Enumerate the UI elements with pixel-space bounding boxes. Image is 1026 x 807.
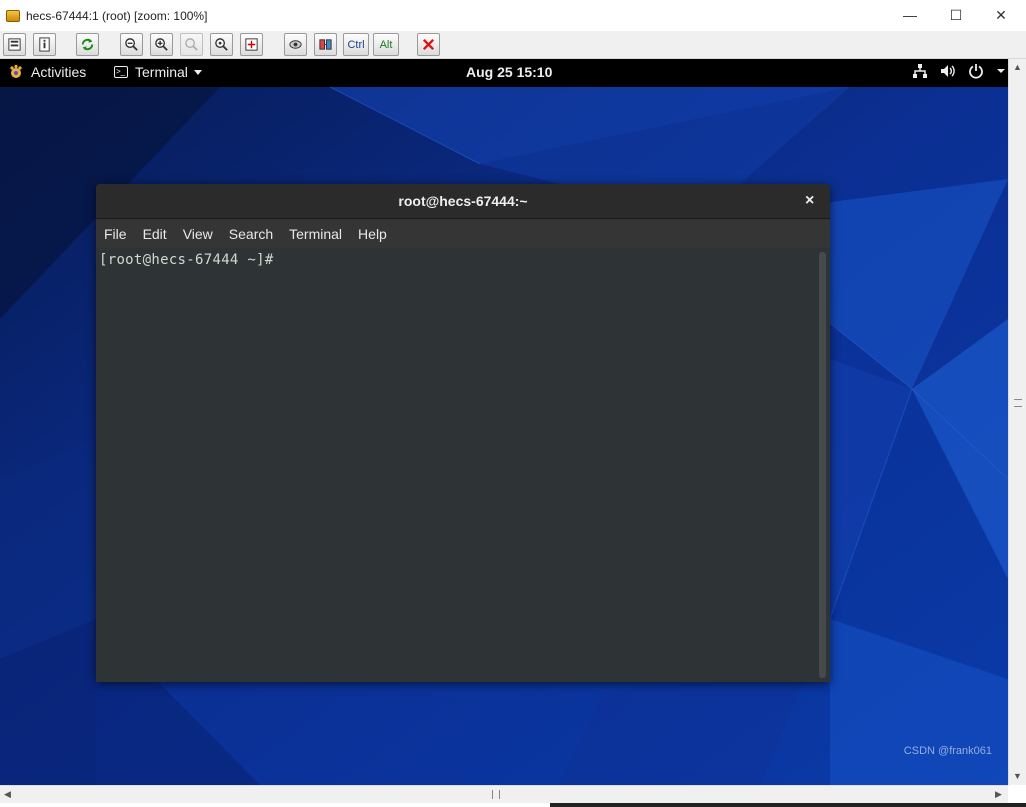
info-icon	[39, 37, 50, 52]
connection-info-button[interactable]	[33, 33, 56, 56]
zoom-in-icon	[155, 38, 168, 51]
network-icon	[912, 63, 928, 79]
clock[interactable]: Aug 25 15:10	[466, 64, 552, 80]
scroll-right-icon[interactable]: ▶	[995, 789, 1002, 800]
terminal-window[interactable]: root@hecs-67444:~ × File Edit View Searc…	[96, 184, 830, 682]
terminal-menubar: File Edit View Search Terminal Help	[96, 220, 830, 248]
zoom-fit-button[interactable]	[210, 33, 233, 56]
zoom-fit-icon	[215, 38, 228, 51]
app-menu-label: Terminal	[135, 64, 188, 80]
activities-label: Activities	[31, 64, 87, 80]
vertical-scrollbar[interactable]: ▲ ▼	[1008, 59, 1026, 785]
ctrl-alt-del-icon	[289, 40, 302, 49]
zoom-out-icon	[125, 38, 138, 51]
ctrl-button[interactable]: Ctrl	[343, 33, 369, 56]
window-title: hecs-67444:1 (root) [zoom: 100%]	[26, 8, 208, 23]
options-icon	[8, 38, 21, 51]
chevron-down-icon	[193, 69, 202, 75]
vnc-app-icon	[6, 9, 20, 22]
taskbar-edge-dark	[550, 803, 1026, 807]
options-button[interactable]	[3, 33, 26, 56]
watermark: CSDN @frank061	[903, 745, 992, 757]
activities-button[interactable]: Activities	[8, 64, 86, 80]
menu-edit[interactable]: Edit	[143, 226, 167, 242]
menu-view[interactable]: View	[183, 226, 213, 242]
fullscreen-icon	[245, 38, 258, 51]
volume-icon	[940, 63, 956, 79]
gnome-top-bar: Activities >_ Terminal Aug 25 15:10	[0, 59, 1008, 87]
zoom-100-icon	[185, 38, 198, 51]
close-window-button[interactable]: ✕	[978, 0, 1024, 30]
scroll-up-icon[interactable]: ▲	[1013, 62, 1022, 72]
disconnect-button[interactable]	[417, 33, 440, 56]
menu-terminal[interactable]: Terminal	[289, 226, 342, 242]
alt-button[interactable]: Alt	[373, 33, 399, 56]
menu-file[interactable]: File	[104, 226, 127, 242]
terminal-titlebar[interactable]: root@hecs-67444:~ ×	[96, 184, 830, 219]
fullscreen-button[interactable]	[240, 33, 263, 56]
horizontal-scrollbar[interactable]: ◀ ▶	[0, 785, 1008, 803]
terminal-output[interactable]: [root@hecs-67444 ~]#	[96, 248, 830, 682]
scroll-grip-icon[interactable]	[492, 790, 500, 799]
window-titlebar: hecs-67444:1 (root) [zoom: 100%] — ☐ ✕	[0, 0, 1026, 31]
transfer-files-button[interactable]	[314, 33, 337, 56]
system-tray[interactable]	[912, 63, 1008, 79]
files-icon	[319, 39, 332, 50]
vnc-toolbar: Ctrl Alt	[0, 31, 1026, 59]
app-menu-terminal[interactable]: >_ Terminal	[114, 64, 202, 80]
refresh-button[interactable]	[76, 33, 99, 56]
menu-help[interactable]: Help	[358, 226, 387, 242]
ctrl-alt-del-button[interactable]	[284, 33, 307, 56]
remote-desktop[interactable]: Activities >_ Terminal Aug 25 15:10 root…	[0, 59, 1008, 785]
scroll-down-icon[interactable]: ▼	[1013, 771, 1022, 781]
terminal-scrollbar[interactable]	[819, 252, 826, 678]
taskbar-edge	[0, 803, 1026, 807]
maximize-button[interactable]: ☐	[933, 0, 979, 30]
zoom-out-button[interactable]	[120, 33, 143, 56]
zoom-in-button[interactable]	[150, 33, 173, 56]
terminal-icon: >_	[114, 66, 128, 78]
disconnect-icon	[422, 38, 435, 51]
chevron-down-icon	[996, 63, 1006, 79]
shell-prompt: [root@hecs-67444 ~]#	[99, 252, 274, 268]
zoom-100-button[interactable]	[180, 33, 203, 56]
scroll-grip-icon[interactable]	[1014, 399, 1022, 407]
scroll-left-icon[interactable]: ◀	[4, 789, 11, 800]
terminal-title: root@hecs-67444:~	[398, 193, 528, 209]
refresh-icon	[81, 38, 94, 51]
terminal-close-button[interactable]: ×	[805, 192, 814, 210]
minimize-button[interactable]: —	[887, 0, 933, 30]
menu-search[interactable]: Search	[229, 226, 273, 242]
power-icon	[968, 63, 984, 79]
gnome-foot-icon	[10, 64, 22, 78]
